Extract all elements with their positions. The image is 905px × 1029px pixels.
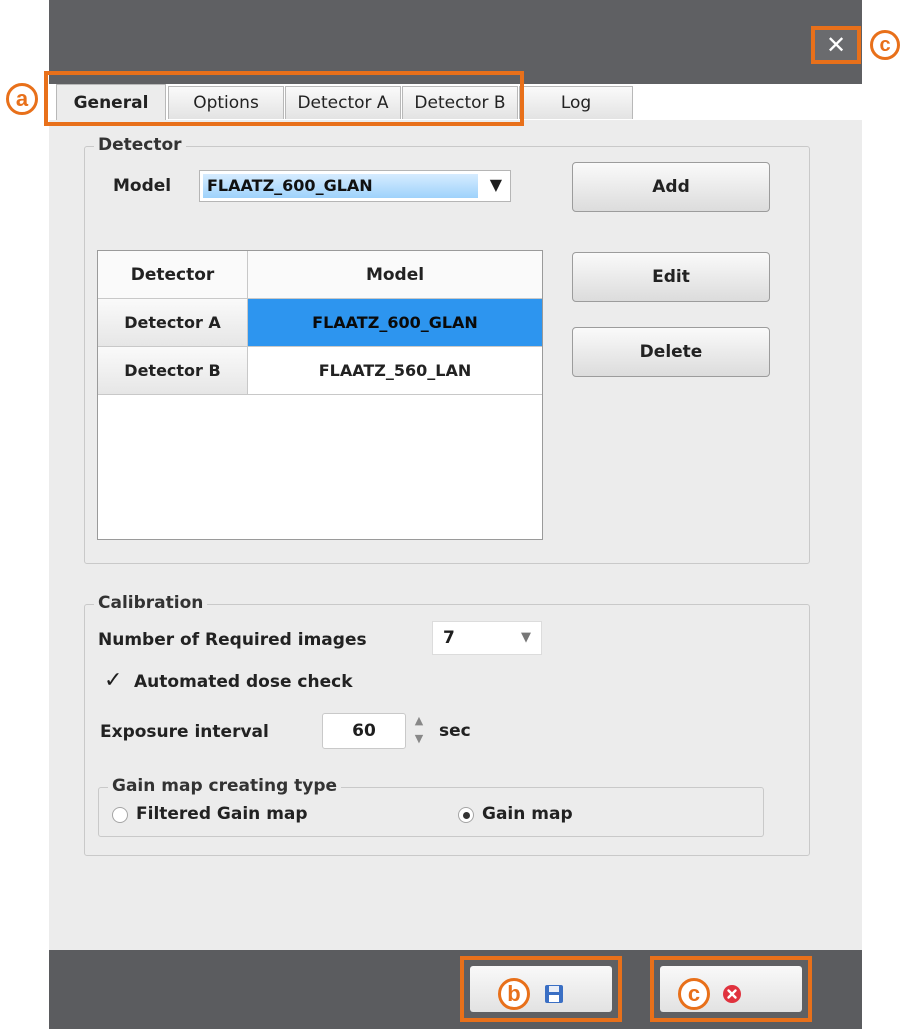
required-images-value: 7: [443, 628, 455, 648]
calibration-group-legend: Calibration: [94, 593, 208, 613]
gain-map-group-legend: Gain map creating type: [108, 776, 342, 796]
save-button-face: b: [470, 966, 612, 1012]
annotation-badge-c-top: c: [870, 30, 900, 60]
table-row-header[interactable]: Detector A: [98, 299, 248, 347]
table-cell-model[interactable]: FLAATZ_560_LAN: [248, 347, 542, 395]
cancel-button-face: c: [660, 966, 802, 1012]
add-button[interactable]: Add: [572, 162, 770, 212]
delete-button[interactable]: Delete: [572, 327, 770, 377]
required-images-dropdown[interactable]: 7 ▼: [432, 621, 542, 655]
spin-up-icon[interactable]: ▲: [412, 714, 426, 728]
close-button[interactable]: ✕: [811, 26, 861, 64]
model-dropdown-value: FLAATZ_600_GLAN: [203, 174, 478, 198]
cancel-button[interactable]: c: [650, 956, 812, 1022]
edit-button[interactable]: Edit: [572, 252, 770, 302]
required-images-label: Number of Required images: [98, 630, 367, 650]
dropdown-arrow-icon: ▼: [489, 175, 502, 194]
column-header-model[interactable]: Model: [248, 251, 542, 299]
annotation-badge-b: b: [498, 978, 530, 1010]
gain-map-label: Gain map: [482, 804, 573, 824]
close-icon: ✕: [825, 31, 847, 59]
column-header-detector[interactable]: Detector: [98, 251, 248, 299]
detector-group-legend: Detector: [94, 135, 186, 155]
exposure-unit: sec: [439, 721, 471, 741]
save-button[interactable]: b: [460, 956, 622, 1022]
dose-check-label: Automated dose check: [134, 672, 353, 692]
spin-down-icon[interactable]: ▼: [412, 732, 426, 746]
exposure-spinner[interactable]: ▲ ▼: [412, 714, 426, 748]
table-cell-model[interactable]: FLAATZ_600_GLAN: [248, 299, 542, 347]
checkmark-icon: ✓: [104, 668, 123, 693]
tabs-annotation-outline: [44, 71, 524, 126]
gain-map-radio[interactable]: [458, 807, 474, 823]
dropdown-arrow-icon: ▼: [521, 630, 531, 645]
cancel-x-icon: [723, 985, 741, 1003]
annotation-badge-c-bottom: c: [678, 978, 710, 1010]
filtered-gain-map-label: Filtered Gain map: [136, 804, 308, 824]
filtered-gain-map-radio[interactable]: [112, 807, 128, 823]
table-row-header[interactable]: Detector B: [98, 347, 248, 395]
detector-table: Detector Model Detector A FLAATZ_600_GLA…: [97, 250, 543, 540]
tab-log[interactable]: Log: [519, 86, 633, 119]
floppy-disk-icon: [545, 985, 563, 1003]
exposure-interval-label: Exposure interval: [100, 722, 269, 742]
exposure-interval-input[interactable]: 60: [322, 713, 406, 749]
annotation-badge-a: a: [6, 83, 38, 115]
model-label: Model: [113, 176, 172, 196]
dose-check-checkbox[interactable]: ✓: [104, 668, 128, 694]
model-dropdown[interactable]: FLAATZ_600_GLAN ▼: [199, 170, 511, 202]
